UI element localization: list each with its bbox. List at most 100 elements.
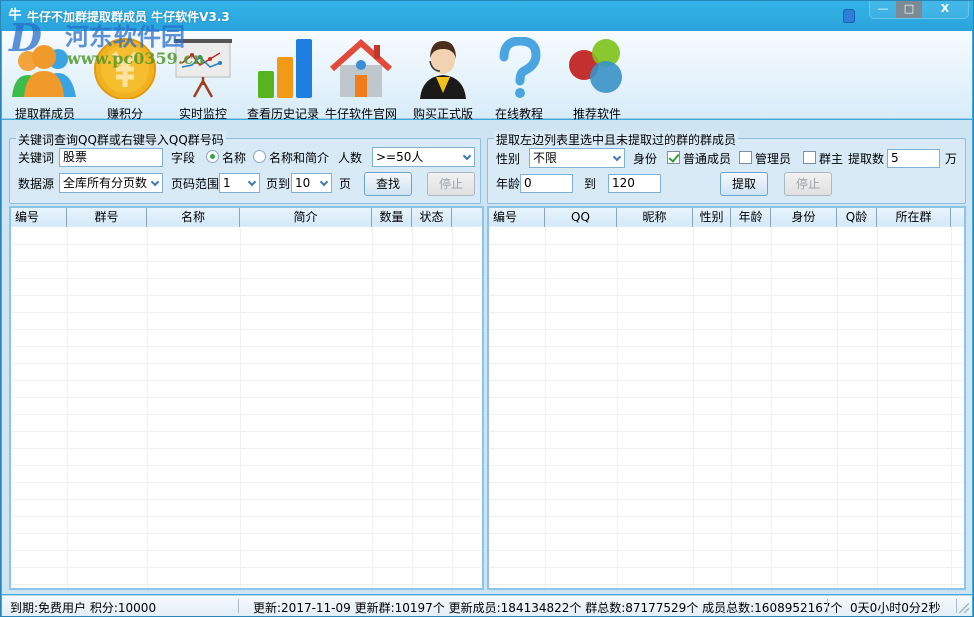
status-stats: 更新:2017-11-09 更新群:10197个 更新成员:184134822个…	[253, 601, 843, 615]
grid-line-row	[489, 363, 964, 364]
maximize-button[interactable]: □	[896, 1, 922, 18]
toolbar-recommend[interactable]: 推荐软件	[556, 33, 638, 121]
minimize-button[interactable]: —	[870, 1, 896, 18]
member-list-header: 编号 QQ 昵称 性别 年龄 身份 Q龄 所在群	[489, 208, 964, 227]
page-from-select[interactable]: 1	[219, 173, 260, 193]
toolbar-realtime-monitor[interactable]: 实时监控	[162, 33, 244, 121]
grid-line-row	[489, 397, 964, 398]
col-header-index[interactable]: 编号	[489, 208, 545, 227]
identity-owner-label[interactable]: 群主	[819, 150, 843, 167]
status-divider	[238, 599, 239, 613]
grid-line-col	[147, 227, 148, 588]
grid-line-row	[489, 499, 964, 500]
chevron-down-icon	[150, 177, 160, 187]
gender-label: 性别	[496, 152, 521, 166]
age-to-input[interactable]: 120	[608, 174, 661, 193]
col-header-group[interactable]: 所在群	[877, 208, 951, 227]
field-radio-name[interactable]	[206, 150, 219, 163]
member-list[interactable]: 编号 QQ 昵称 性别 年龄 身份 Q龄 所在群	[487, 206, 966, 590]
title-bar[interactable]: 牛 牛仔不加群提取群成员 牛仔软件V3.3 — □ X	[1, 1, 973, 31]
group-members-icon	[12, 45, 76, 97]
identity-admin-label[interactable]: 管理员	[755, 150, 791, 167]
grid-line-row	[489, 261, 964, 262]
grid-line-row	[489, 465, 964, 466]
count-select-value: >=50人	[376, 150, 424, 164]
gender-select-value: 不限	[533, 151, 558, 165]
left-stop-button[interactable]: 停止	[427, 172, 475, 196]
col-header-index[interactable]: 编号	[11, 208, 67, 227]
main-area: 关键词查询QQ群或右键导入QQ群号码 关键词 股票 字段 名称 名称和简介 人数…	[2, 120, 972, 594]
grid-line-row	[489, 584, 964, 585]
source-label: 数据源	[18, 177, 55, 191]
grid-line-row	[489, 346, 964, 347]
col-header-age[interactable]: 年龄	[731, 208, 771, 227]
right-stop-button[interactable]: 停止	[784, 172, 832, 196]
resize-grip[interactable]	[959, 603, 969, 613]
field-option-name-desc-label[interactable]: 名称和简介	[269, 149, 329, 166]
skin-shirt-icon[interactable]	[843, 9, 855, 23]
col-header-qq-age[interactable]: Q龄	[837, 208, 877, 227]
age-from-input[interactable]: 0	[520, 174, 573, 193]
grid-line-col	[731, 227, 732, 588]
status-divider	[827, 599, 828, 613]
col-header-identity[interactable]: 身份	[771, 208, 837, 227]
col-header-gender[interactable]: 性别	[693, 208, 731, 227]
house-icon	[329, 38, 393, 97]
toolbar-earn-points[interactable]: 赚积分	[84, 33, 166, 121]
toolbar-official-site[interactable]: 牛仔软件官网	[320, 33, 402, 121]
field-radio-name-desc[interactable]	[253, 150, 266, 163]
source-select[interactable]: 全库所有分页数	[59, 173, 163, 193]
extract-group: 提取左边列表里选中且未提取过的群的群成员 性别 不限 身份 普通成员 管理员 群…	[487, 131, 966, 204]
age-label: 年龄	[496, 177, 521, 191]
app-logo-icon: 牛	[8, 8, 22, 23]
support-agent-icon	[420, 41, 466, 99]
gender-select[interactable]: 不限	[529, 148, 625, 168]
toolbar-buy[interactable]: 购买正式版	[402, 33, 484, 121]
identity-normal-label[interactable]: 普通成员	[683, 150, 731, 167]
question-mark-icon	[499, 37, 541, 98]
count-select[interactable]: >=50人	[372, 147, 475, 167]
grid-line-col	[412, 227, 413, 588]
extract-count-label: 提取数	[848, 152, 885, 166]
grid-line-col	[452, 227, 453, 588]
page-to-value: 10	[295, 176, 311, 190]
chevron-down-icon	[319, 177, 329, 187]
page-to-select[interactable]: 10	[291, 173, 332, 193]
extract-button[interactable]: 提取	[720, 172, 768, 196]
toolbar-history[interactable]: 查看历史记录	[242, 33, 324, 121]
keyword-input[interactable]: 股票	[59, 148, 163, 167]
toolbar-tutorial[interactable]: 在线教程	[478, 33, 560, 121]
page-from-value: 1	[223, 176, 231, 190]
field-option-name-label[interactable]: 名称	[222, 149, 246, 166]
grid-line-row	[489, 380, 964, 381]
chevron-down-icon	[247, 177, 257, 187]
chevron-down-icon	[462, 151, 472, 161]
col-header-name[interactable]: 名称	[147, 208, 240, 227]
grid-line-col	[951, 227, 952, 588]
identity-admin-checkbox[interactable]	[739, 151, 752, 164]
extract-count-input[interactable]: 5	[887, 149, 940, 168]
grid-line-col	[771, 227, 772, 588]
col-header-status[interactable]: 状态	[412, 208, 452, 227]
grid-line-col	[67, 227, 68, 588]
search-button[interactable]: 查找	[364, 172, 412, 196]
col-header-description[interactable]: 简介	[240, 208, 372, 227]
color-circles-icon	[569, 39, 622, 93]
toolbar-extract-members[interactable]: 提取群成员	[4, 33, 86, 121]
col-header-group-number[interactable]: 群号	[67, 208, 147, 227]
window-controls: — □ X	[869, 1, 969, 19]
bar-chart-icon	[258, 39, 312, 98]
col-header-nickname[interactable]: 昵称	[617, 208, 693, 227]
source-select-value: 全库所有分页数	[63, 176, 148, 190]
identity-normal-checkbox[interactable]	[667, 151, 680, 164]
col-header-qq[interactable]: QQ	[545, 208, 617, 227]
col-header-count[interactable]: 数量	[372, 208, 412, 227]
group-list[interactable]: 编号 群号 名称 简介 数量 状态	[9, 206, 484, 590]
status-account: 到期:免费用户 积分:10000	[10, 601, 157, 615]
grid-line-col	[545, 227, 546, 588]
grid-line-row	[489, 550, 964, 551]
identity-owner-checkbox[interactable]	[803, 151, 816, 164]
close-button[interactable]: X	[922, 1, 968, 18]
group-list-header: 编号 群号 名称 简介 数量 状态	[11, 208, 482, 227]
main-toolbar: 提取群成员 赚积分 实时监控 查看历史记录 牛仔软件官网 购买正式版 在线教程 …	[2, 31, 972, 121]
